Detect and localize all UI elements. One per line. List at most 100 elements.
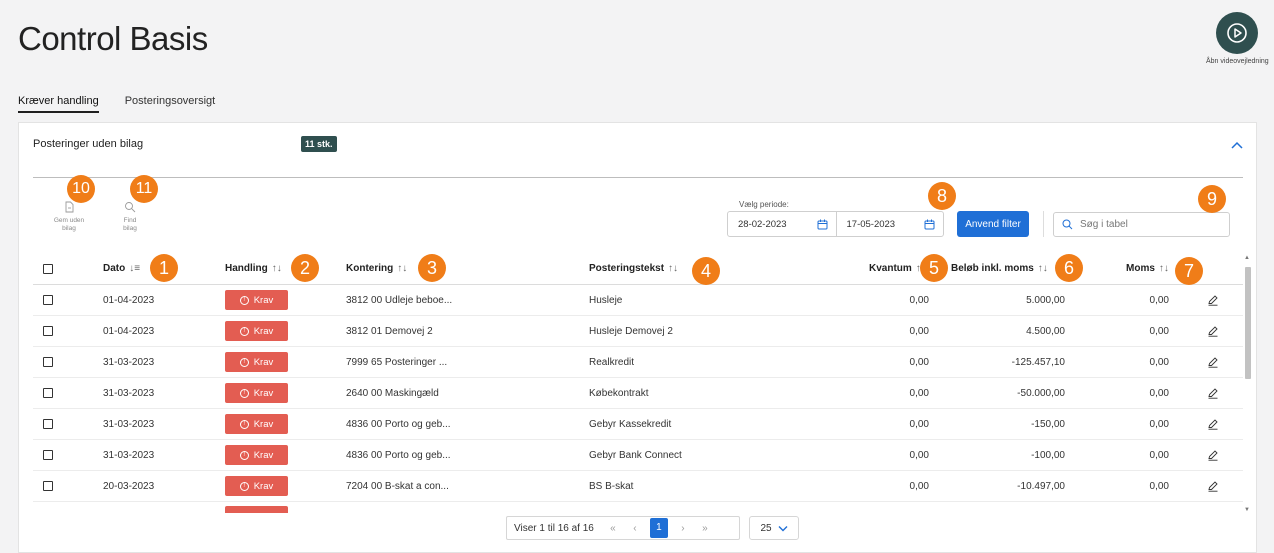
edit-icon[interactable] [1207, 418, 1219, 430]
search-icon [1062, 219, 1073, 230]
krav-button[interactable]: ! Krav [225, 414, 288, 434]
table-row[interactable]: 01-04-2023! Krav 3812 01 Demovej 2 Husleje … [33, 316, 1243, 347]
table-row[interactable]: 20-03-2023! Krav 7204 00 B-skat a con... BS… [33, 471, 1243, 502]
col-action[interactable]: Handling ↑↓ [225, 253, 282, 284]
alert-icon: ! [239, 388, 249, 398]
date-from-field[interactable]: 28-02-2023 [728, 212, 836, 236]
chevron-down-icon [778, 525, 788, 531]
table-row[interactable]: 31-03-2023 ! Krav 7999 65 Posteringer ... Re… [33, 347, 1243, 378]
alert-icon: ! [239, 481, 249, 491]
cell-account: 7999 65 Posteringer ... [346, 356, 448, 368]
find-label-line1: Find [123, 217, 137, 224]
calendar-icon[interactable] [924, 219, 935, 230]
date-from-value: 28-02-2023 [738, 218, 787, 230]
cell-account: 4836 00 Porto og geb... [346, 449, 451, 461]
krav-button-partial [225, 506, 288, 513]
marker-1: 1 [150, 254, 178, 282]
edit-icon[interactable] [1207, 356, 1219, 368]
divider [1043, 211, 1044, 237]
marker-9: 9 [1198, 185, 1226, 213]
sort-desc-icon: ↓≡ [129, 263, 141, 274]
col-quantity[interactable]: Kvantum↑↓ [869, 253, 926, 284]
krav-button[interactable]: ! Krav [225, 476, 288, 496]
krav-label: Krav [253, 449, 274, 461]
col-date[interactable]: Dato ↓≡ [103, 253, 140, 284]
table-search[interactable] [1053, 212, 1230, 237]
table-scrollbar[interactable]: ▲ ▼ [1243, 255, 1253, 513]
date-to-field[interactable]: 17-05-2023 [835, 212, 944, 236]
row-checkbox[interactable] [43, 295, 53, 305]
save-without-attachment-button[interactable]: Gem uden bilag [47, 201, 91, 233]
col-vat[interactable]: Moms ↑↓ [1126, 253, 1169, 284]
krav-button[interactable]: ! Krav [225, 445, 288, 465]
video-guide-button[interactable] [1216, 12, 1258, 54]
edit-icon[interactable] [1207, 449, 1219, 461]
cell-text: Realkredit [589, 356, 635, 368]
row-checkbox[interactable] [43, 481, 53, 491]
scrollbar-thumb[interactable] [1245, 267, 1251, 379]
scroll-up-icon[interactable]: ▲ [1244, 255, 1250, 261]
cell-vat: 0,00 [1149, 449, 1169, 461]
cell-amount: -125.457,10 [1011, 356, 1065, 368]
current-page-button[interactable]: 1 [649, 518, 668, 538]
tab-bar: Kræver handling Posteringsoversigt [18, 95, 215, 113]
cell-quantity: 0,00 [909, 449, 929, 461]
chevron-up-icon[interactable] [1227, 137, 1247, 153]
document-icon [65, 201, 74, 213]
row-checkbox[interactable] [43, 326, 53, 336]
page-size-select[interactable]: 25 [749, 516, 799, 540]
calendar-icon[interactable] [817, 219, 828, 230]
krav-button[interactable]: ! Krav [225, 352, 288, 372]
cell-date: 31-03-2023 [103, 449, 155, 461]
row-checkbox[interactable] [43, 357, 53, 367]
find-attachment-button[interactable]: Find bilag [108, 201, 152, 233]
edit-icon[interactable] [1207, 387, 1219, 399]
col-account[interactable]: Kontering ↑↓ [346, 253, 407, 284]
krav-label: Krav [253, 387, 274, 399]
apply-filter-button[interactable]: Anvend filter [957, 211, 1029, 237]
cell-date: 31-03-2023 [103, 356, 155, 368]
cell-date: 31-03-2023 [103, 387, 155, 399]
tab-posteringsoversigt[interactable]: Posteringsoversigt [125, 95, 216, 113]
col-amount[interactable]: Beløb inkl. moms ↑↓ [951, 253, 1048, 284]
krav-button[interactable]: ! Krav [225, 321, 288, 341]
edit-icon[interactable] [1207, 325, 1219, 337]
play-circle-icon [1227, 23, 1247, 43]
cell-date: 01-04-2023 [103, 294, 155, 306]
pagination-info: Viser 1 til 16 af 16 [514, 522, 594, 534]
edit-icon[interactable] [1207, 294, 1219, 306]
prev-page-button[interactable]: ‹ [624, 523, 646, 534]
table-row[interactable]: 01-04-2023! Krav 3812 00 Udleje beboe... Hu… [33, 285, 1243, 316]
cell-vat: 0,00 [1149, 418, 1169, 430]
save-label-line1: Gem uden [53, 217, 85, 224]
last-page-button[interactable]: » [694, 523, 716, 534]
alert-icon: ! [239, 357, 249, 367]
select-all-checkbox[interactable] [43, 263, 53, 274]
cell-account: 2640 00 Maskingæld [346, 387, 439, 399]
page-size-value: 25 [760, 522, 772, 534]
table-row[interactable]: 31-03-2023! Krav 2640 00 Maskingæld Købekon… [33, 378, 1243, 409]
postings-table: Dato ↓≡ Handling ↑↓ Kontering ↑↓ Posterings… [33, 253, 1243, 513]
sort-icon: ↑↓ [1037, 263, 1048, 274]
find-label-line2: bilag [123, 225, 137, 232]
col-text-label: Posteringstekst [589, 263, 665, 274]
marker-6: 6 [1055, 254, 1083, 282]
edit-icon[interactable] [1207, 480, 1219, 492]
table-row[interactable]: 31-03-2023! Krav 4836 00 Porto og geb... Ge… [33, 440, 1243, 471]
row-checkbox[interactable] [43, 419, 53, 429]
table-row[interactable]: 31-03-2023! Krav 4836 00 Porto og geb... Ge… [33, 409, 1243, 440]
col-text[interactable]: Posteringstekst ↑↓ [589, 253, 678, 284]
first-page-button[interactable]: « [602, 523, 624, 534]
cell-text: BS B-skat [589, 480, 634, 492]
row-checkbox[interactable] [43, 450, 53, 460]
search-input[interactable] [1080, 219, 1220, 230]
krav-button[interactable]: ! Krav [225, 383, 288, 403]
tab-kraever-handling[interactable]: Kræver handling [18, 95, 99, 113]
cell-amount: -10.497,00 [1017, 480, 1065, 492]
next-page-button[interactable]: › [672, 523, 694, 534]
scroll-down-icon[interactable]: ▼ [1244, 507, 1250, 513]
cell-amount: 4.500,00 [1026, 325, 1065, 337]
row-checkbox[interactable] [43, 388, 53, 398]
krav-button[interactable]: ! Krav [225, 290, 288, 310]
sort-icon: ↑↓ [271, 263, 282, 274]
